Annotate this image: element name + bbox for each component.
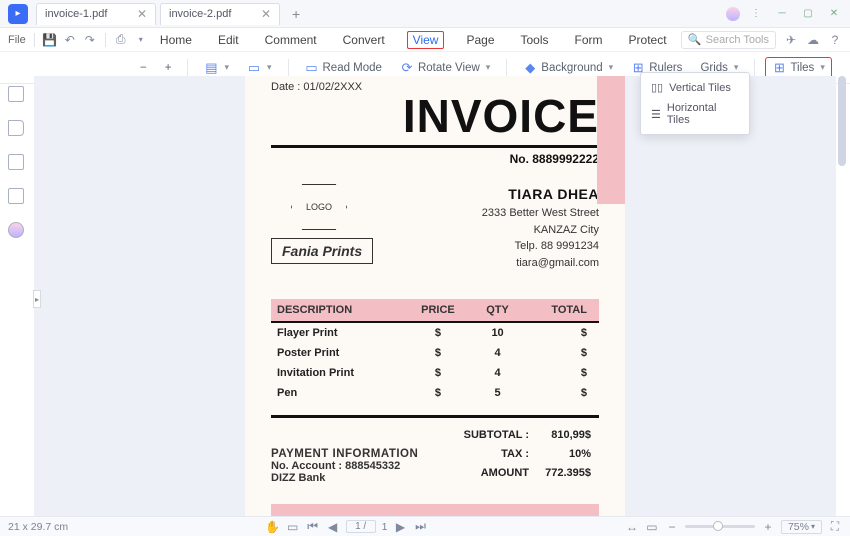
totals-block: SUBTOTAL :810,99$ TAX :10% AMOUNT772.395… [456, 424, 599, 484]
zoom-value[interactable]: 75%▾ [781, 520, 822, 534]
table-row: Poster Print$4$ [271, 343, 599, 363]
divider [271, 145, 599, 148]
first-page-button[interactable]: ⏮ [306, 520, 320, 534]
fullscreen-icon[interactable]: ⛶ [828, 520, 842, 534]
zoom-slider[interactable] [685, 525, 755, 528]
invoice-title: INVOICE [271, 89, 599, 143]
table-header: DESCRIPTION PRICE QTY TOTAL [271, 299, 599, 323]
tiles-horizontal-option[interactable]: ☰ Horizontal Tiles [641, 98, 749, 130]
save-icon[interactable]: 💾 [43, 33, 57, 47]
client-city: KANZAZ City [482, 222, 599, 239]
invoice-number: No. 8889992222 [271, 152, 599, 166]
zoom-out-button[interactable]: − [134, 59, 153, 77]
menu-page[interactable]: Page [462, 31, 498, 49]
chevron-down-icon[interactable]: ▾ [134, 33, 148, 47]
table-row: Flayer Print$10$ [271, 323, 599, 343]
search-tools-input[interactable]: 🔍 Search Tools [681, 31, 776, 49]
fit-page-button[interactable]: ▤▾ [198, 58, 235, 78]
search-icon: 🔍 [688, 33, 702, 46]
close-window-button[interactable]: ✕ [824, 5, 844, 23]
undo-icon[interactable]: ↶ [63, 33, 77, 47]
search-panel-icon[interactable] [8, 222, 24, 238]
zoom-in-button[interactable]: + [159, 59, 178, 77]
decoration [597, 76, 625, 204]
vertical-tiles-icon: ▯▯ [651, 81, 663, 94]
new-tab-button[interactable]: + [284, 6, 308, 22]
more-icon[interactable]: ⋮ [746, 5, 766, 23]
file-menu[interactable]: File [8, 34, 26, 46]
page-dimensions: 21 x 29.7 cm [8, 521, 68, 533]
prev-page-button[interactable]: ◀ [326, 520, 340, 534]
fit-width-icon[interactable]: ↔ [625, 520, 639, 534]
table-row: Invitation Print$4$ [271, 363, 599, 383]
divider [271, 415, 599, 418]
menu-comment[interactable]: Comment [261, 31, 321, 49]
menu-protect[interactable]: Protect [625, 31, 671, 49]
background-button[interactable]: ◆Background▾ [517, 58, 619, 78]
last-page-button[interactable]: ⏭ [413, 520, 427, 534]
app-icon: ▸ [8, 4, 28, 24]
document-page: Date : 01/02/2XXX INVOICE No. 8889992222… [245, 76, 625, 516]
tiles-vertical-option[interactable]: ▯▯ Vertical Tiles [641, 77, 749, 98]
send-icon[interactable]: ✈ [784, 33, 798, 47]
tab-label: invoice-2.pdf [169, 8, 231, 20]
left-panel [0, 80, 32, 238]
horizontal-tiles-icon: ☰ [651, 108, 661, 121]
menu-form[interactable]: Form [571, 31, 607, 49]
current-page-input[interactable]: 1 / [346, 520, 376, 533]
search-placeholder: Search Tools [706, 34, 769, 46]
client-email: tiara@gmail.com [482, 255, 599, 272]
maximize-button[interactable]: ▢ [798, 5, 818, 23]
client-phone: Telp. 88 9991234 [482, 238, 599, 255]
tiles-dropdown: ▯▯ Vertical Tiles ☰ Horizontal Tiles [640, 72, 750, 135]
main-menu: Home Edit Comment Convert View Page Tool… [156, 31, 671, 49]
cloud-icon[interactable]: ☁ [806, 33, 820, 47]
decoration [271, 504, 599, 516]
menu-edit[interactable]: Edit [214, 31, 243, 49]
print-icon[interactable]: ⎙ [114, 33, 128, 47]
vertical-scrollbar[interactable] [838, 76, 846, 516]
document-tab[interactable]: invoice-2.pdf ✕ [160, 3, 280, 25]
view-mode-icon[interactable]: ▭ [645, 520, 659, 534]
logo-placeholder: LOGO [291, 184, 347, 230]
comments-icon[interactable] [8, 154, 24, 170]
tab-label: invoice-1.pdf [45, 8, 107, 20]
title-bar: ▸ invoice-1.pdf ✕ invoice-2.pdf ✕ + ⋮ ─ … [0, 0, 850, 28]
minimize-button[interactable]: ─ [772, 5, 792, 23]
menu-tools[interactable]: Tools [517, 31, 553, 49]
menu-view[interactable]: View [407, 31, 445, 49]
read-mode-button[interactable]: ▭Read Mode [299, 58, 388, 78]
close-icon[interactable]: ✕ [255, 7, 271, 21]
attachments-icon[interactable] [8, 188, 24, 204]
file-bar: File 💾 ↶ ↷ ⎙ ▾ Home Edit Comment Convert… [0, 28, 850, 52]
panel-expand-button[interactable]: ▸ [33, 290, 41, 308]
rotate-view-button[interactable]: ⟳Rotate View▾ [394, 58, 496, 78]
page-layout-button[interactable]: ▭▾ [241, 58, 278, 78]
document-viewport: Date : 01/02/2XXX INVOICE No. 8889992222… [34, 76, 836, 516]
client-street: 2333 Better West Street [482, 205, 599, 222]
document-tab[interactable]: invoice-1.pdf ✕ [36, 3, 156, 25]
menu-convert[interactable]: Convert [339, 31, 389, 49]
page-navigation: ✋ ▭ ⏮ ◀ 1 / 1 ▶ ⏭ [266, 520, 428, 534]
select-tool-icon[interactable]: ▭ [286, 520, 300, 534]
bookmarks-icon[interactable] [8, 120, 24, 136]
zoom-out-icon[interactable]: − [665, 520, 679, 534]
client-name: TIARA DHEA [482, 184, 599, 205]
client-block: TIARA DHEA 2333 Better West Street KANZA… [482, 184, 599, 271]
status-bar: 21 x 29.7 cm ✋ ▭ ⏮ ◀ 1 / 1 ▶ ⏭ ↔ ▭ − + 7… [0, 516, 850, 536]
user-avatar[interactable] [726, 7, 740, 21]
menu-home[interactable]: Home [156, 31, 196, 49]
help-icon[interactable]: ? [828, 33, 842, 47]
payment-info: PAYMENT INFORMATION No. Account : 888545… [271, 448, 456, 484]
thumbnails-icon[interactable] [8, 86, 24, 102]
close-icon[interactable]: ✕ [131, 7, 147, 21]
total-pages: 1 [382, 521, 388, 533]
redo-icon[interactable]: ↷ [83, 33, 97, 47]
hand-tool-icon[interactable]: ✋ [266, 520, 280, 534]
next-page-button[interactable]: ▶ [393, 520, 407, 534]
table-row: Pen$5$ [271, 383, 599, 403]
company-name: Fania Prints [271, 238, 373, 264]
zoom-in-icon[interactable]: + [761, 520, 775, 534]
